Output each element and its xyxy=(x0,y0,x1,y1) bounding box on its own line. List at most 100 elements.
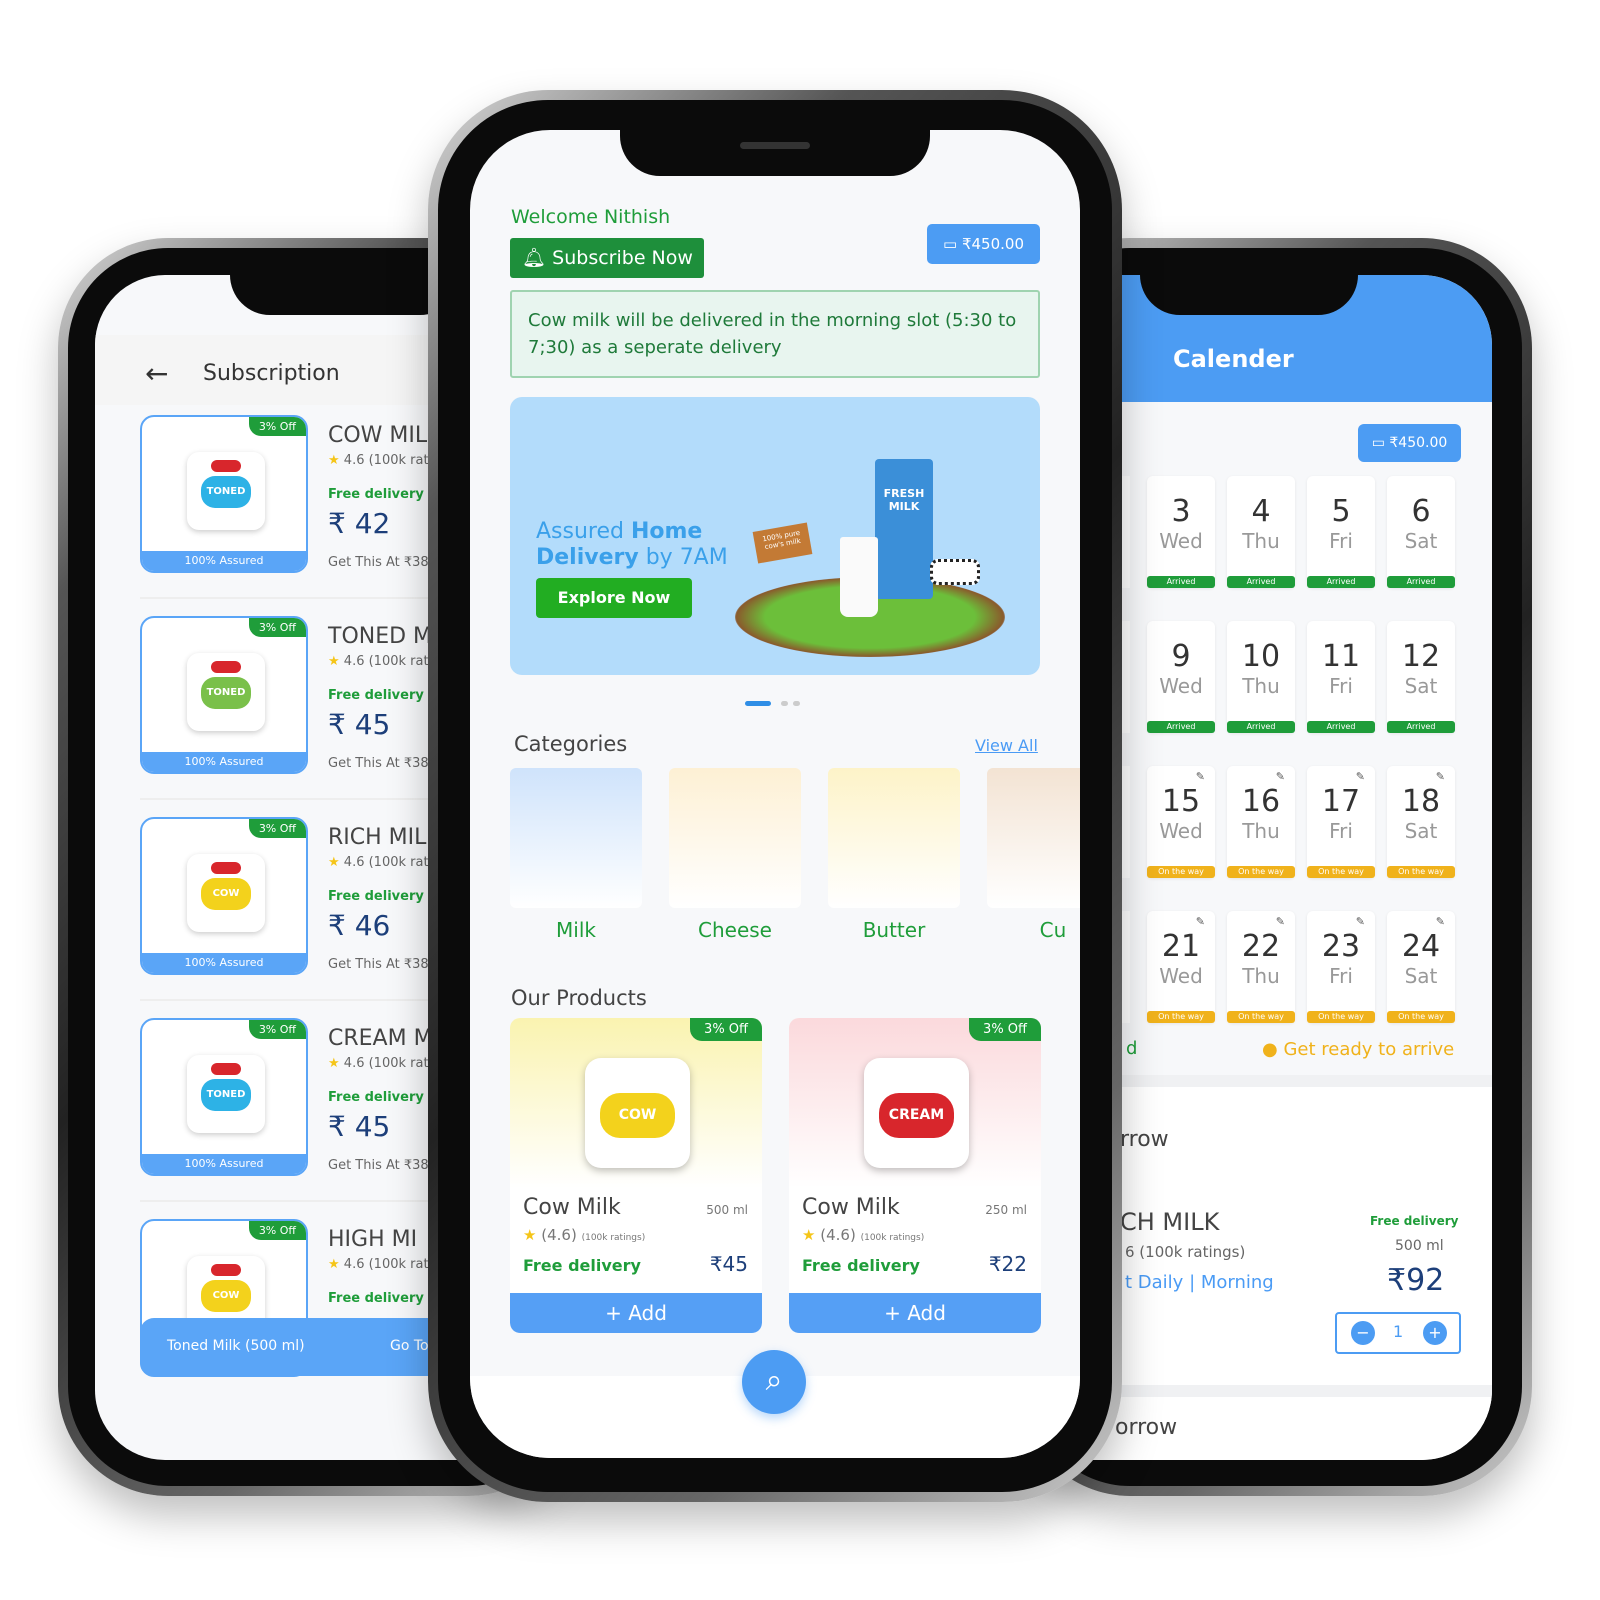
delivery-status: On the way xyxy=(1227,866,1295,878)
product-rating: 6 (100k ratings) xyxy=(1125,1243,1246,1261)
edit-icon[interactable]: ✎ xyxy=(1436,770,1445,783)
quantity-value: 1 xyxy=(1393,1322,1404,1341)
category-milk[interactable]: Milk xyxy=(510,768,642,948)
explore-now-button[interactable]: Explore Now xyxy=(536,578,692,618)
wallet-balance-chip[interactable]: ▭ ₹450.00 xyxy=(927,224,1040,264)
edit-icon[interactable]: ✎ xyxy=(1356,915,1365,928)
calendar-day[interactable]: 6 Sat Arrived xyxy=(1387,476,1455,588)
calendar-day[interactable]: 12 Sat Arrived xyxy=(1387,621,1455,733)
edit-icon[interactable]: ✎ xyxy=(1196,770,1205,783)
milk-pack-image: TONED xyxy=(187,653,265,731)
add-to-cart-button[interactable]: + Add xyxy=(789,1293,1041,1333)
quantity-stepper[interactable]: − 1 + xyxy=(1335,1312,1461,1354)
delivery-status: On the way xyxy=(1307,866,1375,878)
edit-icon[interactable]: ✎ xyxy=(1276,770,1285,783)
subscribe-now-button[interactable]: 🔔︎ Subscribe Now xyxy=(510,238,704,278)
delivery-status: Arrived xyxy=(1227,721,1295,733)
tomorrow-heading-2: orrow xyxy=(1115,1415,1178,1440)
calendar-day[interactable]: ✎ 21 Wed On the way xyxy=(1147,911,1215,1023)
delivery-notice: Cow milk will be delivered in the mornin… xyxy=(510,290,1040,378)
search-fab[interactable]: ⌕ xyxy=(742,1350,806,1414)
product-name: RICH MIL xyxy=(328,825,427,850)
carousel-dots[interactable] xyxy=(745,691,801,710)
add-to-cart-button[interactable]: + Add xyxy=(510,1293,762,1333)
calendar-day[interactable]: ✎ 17 Fri On the way xyxy=(1307,766,1375,878)
legend-get-ready: ● Get ready to arrive xyxy=(1262,1039,1455,1060)
delivery-status: Arrived xyxy=(1307,721,1375,733)
free-delivery: Free delivery xyxy=(328,1291,424,1306)
prev-day-partial xyxy=(1122,476,1130,588)
star-icon: ★ xyxy=(328,1257,340,1272)
star-icon: ★ xyxy=(523,1226,537,1244)
free-delivery: Free delivery xyxy=(328,1090,424,1105)
increase-button[interactable]: + xyxy=(1423,1321,1447,1345)
schedule-slot: | Morning xyxy=(1189,1272,1274,1293)
edit-icon[interactable]: ✎ xyxy=(1276,915,1285,928)
free-delivery: Free delivery xyxy=(1370,1214,1459,1228)
product-rating: ★ 4.6 (100k rat xyxy=(328,1056,429,1071)
product-image: 3% Off TONED 100% Assured xyxy=(140,415,308,573)
calendar-day[interactable]: 3 Wed Arrived xyxy=(1147,476,1215,588)
calendar-day[interactable]: ✎ 15 Wed On the way xyxy=(1147,766,1215,878)
go-to-cart-link[interactable]: Go To xyxy=(390,1338,429,1354)
product-size: 500 ml xyxy=(1395,1238,1444,1254)
delivery-status: Arrived xyxy=(1227,576,1295,588)
view-all-link[interactable]: View All xyxy=(975,736,1038,755)
milk-glass-illustration xyxy=(840,537,878,617)
schedule-daily: t Daily xyxy=(1125,1272,1184,1293)
product-size: 250 ml xyxy=(985,1203,1027,1217)
calendar-day[interactable]: ✎ 23 Fri On the way xyxy=(1307,911,1375,1023)
categories-heading: Categories xyxy=(514,732,628,756)
wallet-balance-chip[interactable]: ▭ ₹450.00 xyxy=(1358,424,1461,462)
free-delivery: Free delivery xyxy=(523,1256,641,1275)
product-name: TONED M xyxy=(328,624,433,649)
edit-icon[interactable]: ✎ xyxy=(1196,915,1205,928)
assured-label: 100% Assured xyxy=(142,551,306,571)
wallet-icon: ▭ xyxy=(1371,435,1390,451)
calendar-day[interactable]: ✎ 16 Thu On the way xyxy=(1227,766,1295,878)
category-butter[interactable]: Butter xyxy=(828,768,960,948)
product-price: ₹ 45 xyxy=(328,708,391,741)
search-icon: ⌕ xyxy=(765,1363,783,1398)
calendar-day[interactable]: ✎ 18 Sat On the way xyxy=(1387,766,1455,878)
prev-day-partial xyxy=(1122,911,1130,1023)
free-delivery: Free delivery xyxy=(802,1256,920,1275)
category-image xyxy=(987,768,1080,908)
calendar-day[interactable]: 9 Wed Arrived xyxy=(1147,621,1215,733)
free-delivery: Free delivery xyxy=(328,688,424,703)
delivery-status: On the way xyxy=(1227,1011,1295,1023)
star-icon: ★ xyxy=(802,1226,816,1244)
delivery-status: Arrived xyxy=(1147,576,1215,588)
dot-icon: ● xyxy=(1262,1039,1284,1060)
delivery-status: On the way xyxy=(1147,866,1215,878)
product-card[interactable]: 3% Off COW Cow Milk 500 ml ★ (4.6) (100k… xyxy=(510,1018,762,1333)
calendar-day[interactable]: ✎ 22 Thu On the way xyxy=(1227,911,1295,1023)
promo-banner[interactable]: Assured Home Delivery by 7AM Explore Now… xyxy=(510,397,1040,675)
legend-arrived: d xyxy=(1126,1038,1138,1059)
cow-illustration xyxy=(930,559,980,585)
product-card[interactable]: 3% Off CREAM Cow Milk 250 ml ★ (4.6) (10… xyxy=(789,1018,1041,1333)
calendar-day[interactable]: 10 Thu Arrived xyxy=(1227,621,1295,733)
product-price: ₹ 42 xyxy=(328,507,391,540)
calendar-day[interactable]: 11 Fri Arrived xyxy=(1307,621,1375,733)
offer-price: Get This At ₹38 xyxy=(328,555,429,570)
discount-badge: 3% Off xyxy=(248,618,306,637)
calendar-day[interactable]: ✎ 24 Sat On the way xyxy=(1387,911,1455,1023)
product-price: ₹22 xyxy=(988,1252,1027,1276)
delivery-status: Arrived xyxy=(1147,721,1215,733)
category-cu[interactable]: Cu xyxy=(987,768,1080,948)
product-image: 3% Off COW 100% Assured xyxy=(140,817,308,975)
category-cheese[interactable]: Cheese xyxy=(669,768,801,948)
calendar-day[interactable]: 5 Fri Arrived xyxy=(1307,476,1375,588)
product-name: CREAM M xyxy=(328,1026,433,1051)
calendar-day[interactable]: 4 Thu Arrived xyxy=(1227,476,1295,588)
discount-badge: 3% Off xyxy=(690,1018,762,1041)
decrease-button[interactable]: − xyxy=(1351,1321,1375,1345)
assured-label: 100% Assured xyxy=(142,752,306,772)
edit-icon[interactable]: ✎ xyxy=(1356,770,1365,783)
product-image: 3% Off TONED 100% Assured xyxy=(140,1018,308,1176)
star-icon: ★ xyxy=(328,855,340,870)
edit-icon[interactable]: ✎ xyxy=(1436,915,1445,928)
delivery-status: Arrived xyxy=(1387,576,1455,588)
back-arrow-icon[interactable]: ← xyxy=(145,357,168,390)
